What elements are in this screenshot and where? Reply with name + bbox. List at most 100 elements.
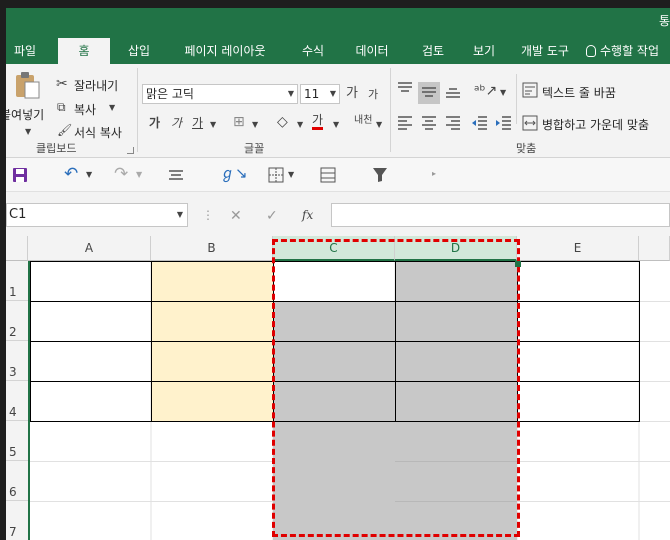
align-center-qat-icon[interactable] (167, 167, 185, 183)
column-header-a[interactable]: A (28, 236, 151, 261)
align-left-icon[interactable] (396, 114, 414, 130)
orientation-dropdown-icon[interactable]: ▼ (500, 89, 506, 97)
undo-icon[interactable]: ↶ (64, 166, 78, 183)
merge-center-icon (522, 115, 538, 131)
fill-handle[interactable] (515, 261, 521, 267)
row-header-5[interactable]: 5 (6, 421, 28, 461)
undo-dropdown-icon[interactable]: ▼ (86, 171, 92, 179)
underline-dropdown-icon[interactable]: ▼ (210, 121, 216, 129)
phonetic-dropdown-icon[interactable]: ▼ (376, 121, 382, 129)
fill-color-icon[interactable]: ◇ (277, 115, 288, 129)
redo-dropdown-icon[interactable]: ▼ (136, 171, 142, 179)
decrease-indent-icon[interactable] (470, 114, 488, 130)
tab-formulas[interactable]: 수식 (286, 38, 340, 64)
copy-button[interactable]: 복사 (74, 101, 96, 118)
name-box-value: C1 (9, 207, 27, 222)
quick-access-toolbar: ↶ ▼ ↷ ▼ ℊ↘ ▼ ▸ (6, 158, 670, 192)
insert-function-icon[interactable]: fx (302, 209, 313, 221)
tell-me-box[interactable]: 수행할 작업 (586, 38, 659, 64)
cancel-icon[interactable]: ✕ (230, 209, 242, 223)
filter-icon[interactable] (372, 167, 388, 183)
align-center-icon[interactable] (420, 114, 438, 130)
borders-qat-icon[interactable] (267, 166, 285, 184)
border-dropdown-icon[interactable]: ▼ (252, 121, 258, 129)
paste-button[interactable]: 붙여넣기 (6, 106, 44, 123)
enter-icon[interactable]: ✓ (266, 209, 278, 223)
worksheet-grid[interactable]: A B C D E 1 2 3 4 5 6 7 (6, 236, 670, 540)
align-middle-icon[interactable] (420, 84, 438, 100)
align-right-icon[interactable] (444, 114, 462, 130)
orientation-icon[interactable]: ᵃᵇ↗ (474, 84, 497, 98)
clipboard-launcher-icon[interactable] (127, 147, 134, 154)
font-color-dropdown-icon[interactable]: ▼ (333, 121, 339, 129)
borders-dropdown-icon[interactable]: ▼ (288, 171, 294, 179)
tab-page-layout[interactable]: 페이지 레이아웃 (164, 38, 286, 64)
select-all-corner[interactable] (6, 236, 28, 261)
font-color-button[interactable]: 가 (312, 114, 324, 130)
font-name-combo[interactable]: 맑은 고딕 ▼ (142, 84, 298, 104)
clipboard-group-label: 클립보드 (36, 142, 77, 155)
tab-home[interactable]: 홈 (58, 38, 110, 64)
excel-window: 통 파일 홈 삽입 페이지 레이아웃 수식 데이터 검토 보기 개발 도구 수행… (6, 8, 670, 540)
format-painter-icon: 🖌 (57, 123, 73, 137)
paste-dropdown-icon[interactable]: ▼ (25, 128, 31, 136)
increase-indent-icon[interactable] (494, 114, 512, 130)
ribbon-home: 붙여넣기 ▼ ✂ 잘라내기 ⧉ 복사 ▼ 🖌 서식 복사 클립보드 맑은 고딕 ▼… (6, 64, 670, 158)
column-header-f[interactable] (639, 236, 670, 261)
shrink-font-button[interactable]: 가 (368, 89, 378, 100)
window-title: 통 (658, 14, 670, 28)
align-top-icon[interactable] (396, 80, 414, 96)
redo-icon[interactable]: ↷ (114, 166, 128, 183)
font-size-combo[interactable]: 11 ▼ (300, 84, 340, 104)
align-bottom-icon[interactable] (444, 84, 462, 100)
underline-button[interactable]: 가 (192, 117, 203, 129)
tell-me-label: 수행할 작업 (600, 44, 660, 58)
merge-qat-icon[interactable] (319, 166, 337, 184)
border-icon[interactable]: ⊞ (233, 115, 245, 129)
row-header-2[interactable]: 2 (6, 301, 28, 341)
tab-insert[interactable]: 삽입 (114, 38, 164, 64)
column-header-b[interactable]: B (151, 236, 273, 261)
group-divider (516, 74, 517, 124)
font-size-value: 11 (304, 87, 320, 101)
row-header-3[interactable]: 3 (6, 341, 28, 381)
lightbulb-icon (586, 45, 596, 57)
copy-dropdown-icon[interactable]: ▼ (109, 104, 115, 112)
fill-dropdown-icon[interactable]: ▼ (297, 121, 303, 129)
tab-data[interactable]: 데이터 (340, 38, 404, 64)
chevron-down-icon: ▼ (287, 89, 294, 98)
formula-input[interactable] (331, 203, 670, 227)
column-header-e[interactable]: E (517, 236, 639, 261)
bold-button[interactable]: 가 (149, 117, 160, 129)
clear-format-icon[interactable]: ℊ↘ (220, 166, 248, 181)
ribbon-tab-bar: 통 파일 홈 삽입 페이지 레이아웃 수식 데이터 검토 보기 개발 도구 수행… (6, 8, 670, 64)
alignment-group-label: 맞춤 (516, 142, 537, 155)
format-painter-button[interactable]: 서식 복사 (74, 124, 122, 141)
phonetic-button[interactable]: 내천 (354, 116, 372, 126)
wrap-text-button[interactable]: 텍스트 줄 바꿈 (542, 84, 616, 101)
name-box[interactable]: C1 ▼ (6, 203, 188, 227)
chevron-down-icon[interactable]: ▼ (177, 211, 183, 219)
customize-qat-icon[interactable]: ▸ (432, 170, 436, 178)
wrap-text-icon (522, 82, 538, 98)
paste-icon (16, 72, 40, 99)
row-header-1[interactable]: 1 (6, 261, 28, 301)
tab-view[interactable]: 보기 (462, 38, 506, 64)
group-divider (137, 68, 138, 152)
grow-font-button[interactable]: 가 (346, 87, 358, 100)
save-icon[interactable] (12, 167, 28, 183)
more-options-icon: ⋮ (202, 208, 214, 222)
row-header-7[interactable]: 7 (6, 501, 28, 540)
tab-developer[interactable]: 개발 도구 (506, 38, 584, 64)
merge-center-button[interactable]: 병합하고 가운데 맞춤 (542, 116, 649, 133)
row-header-4[interactable]: 4 (6, 381, 28, 421)
font-name-value: 맑은 고딕 (146, 87, 194, 101)
cut-button[interactable]: 잘라내기 (74, 77, 118, 94)
italic-button[interactable]: 가 (171, 117, 182, 129)
group-divider (390, 68, 391, 152)
tab-file[interactable]: 파일 (6, 38, 44, 64)
scissors-icon: ✂ (56, 76, 68, 92)
tab-review[interactable]: 검토 (404, 38, 462, 64)
copy-selection-marquee (272, 239, 520, 537)
row-header-6[interactable]: 6 (6, 461, 28, 501)
